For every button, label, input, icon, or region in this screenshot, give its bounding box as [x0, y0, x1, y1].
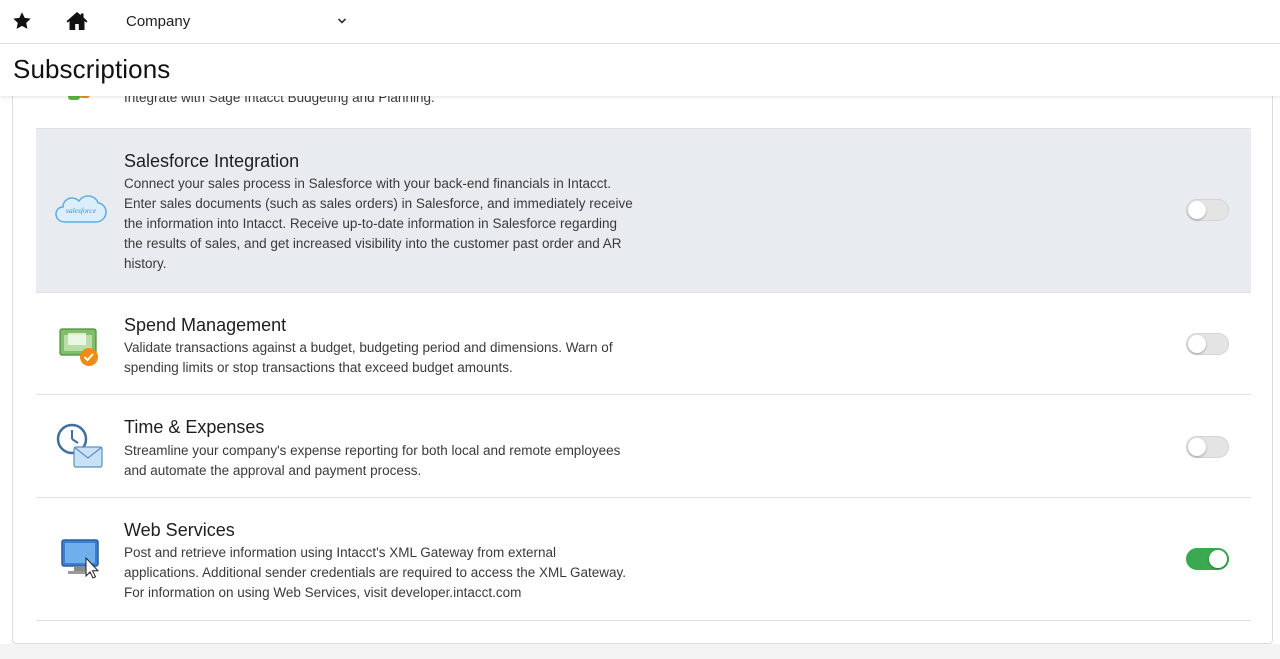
- page-title: Subscriptions: [13, 54, 171, 84]
- salesforce-logo-text: salesforce: [66, 206, 97, 215]
- time-expenses-icon: [56, 423, 103, 468]
- toggle-knob: [1188, 335, 1206, 353]
- time-expenses-toggle[interactable]: [1186, 436, 1229, 458]
- spend-management-toggle[interactable]: [1186, 333, 1229, 355]
- time-expenses-description: Streamline your company's expense report…: [124, 443, 621, 478]
- web-services-description: Post and retrieve information using Inta…: [124, 545, 627, 600]
- list-item-spend-management[interactable]: Spend Management Validate transactions a…: [36, 293, 1251, 395]
- star-icon[interactable]: [11, 10, 33, 32]
- toggle-knob: [1188, 201, 1206, 219]
- toggle-knob: [1188, 438, 1206, 456]
- list-item-salesforce-integration[interactable]: salesforce Salesforce Integration Connec…: [36, 129, 1251, 293]
- salesforce-integration-toggle[interactable]: [1186, 199, 1229, 221]
- spend-management-icon: [59, 328, 98, 366]
- company-menu[interactable]: Company: [126, 13, 190, 30]
- list-item-web-services[interactable]: Web Services Post and retrieve informati…: [36, 498, 1251, 621]
- chevron-down-icon[interactable]: [335, 14, 349, 28]
- web-services-icon: [61, 539, 100, 579]
- web-services-toggle[interactable]: [1186, 548, 1229, 570]
- page-title-bar: Subscriptions: [0, 44, 1280, 96]
- web-services-title: Web Services: [124, 520, 235, 540]
- time-expenses-title: Time & Expenses: [124, 417, 265, 437]
- home-icon[interactable]: [65, 9, 89, 33]
- top-bar: Company: [0, 0, 1280, 44]
- subscriptions-list: Integrate with Sage Intacct Budgeting an…: [12, 44, 1273, 644]
- spend-management-title: Spend Management: [124, 315, 287, 335]
- spend-management-description: Validate transactions against a budget, …: [124, 340, 613, 375]
- salesforce-icon: salesforce: [55, 195, 107, 223]
- salesforce-integration-title: Salesforce Integration: [124, 151, 300, 171]
- bottom-strip: [0, 644, 1280, 659]
- list-item-time-expenses[interactable]: Time & Expenses Streamline your company'…: [36, 395, 1251, 498]
- toggle-knob: [1209, 550, 1227, 568]
- salesforce-integration-description: Connect your sales process in Salesforce…: [124, 176, 633, 271]
